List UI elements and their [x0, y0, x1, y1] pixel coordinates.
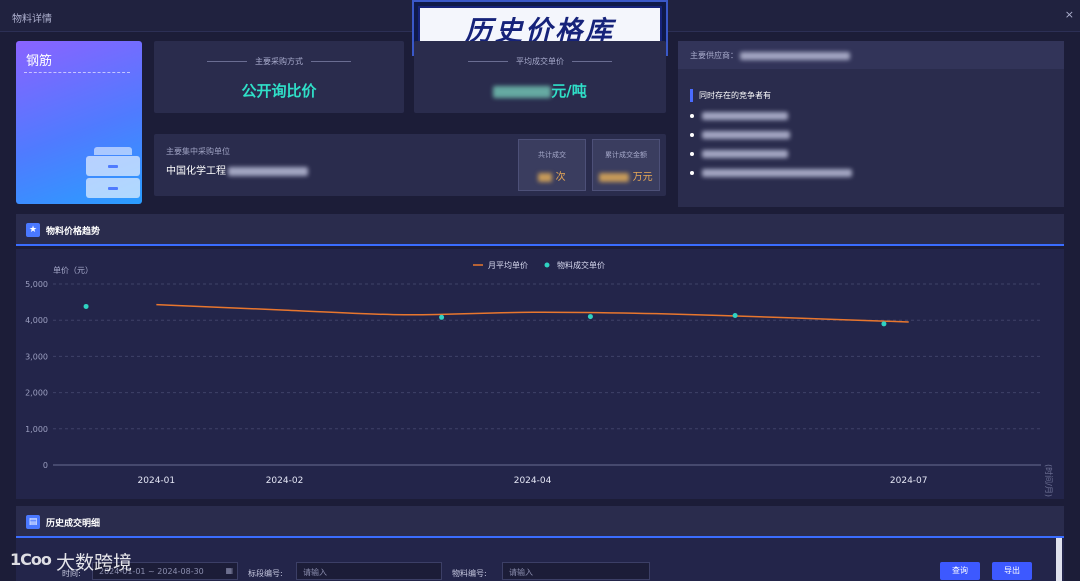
main-supplier-row: 主要供应商：: [678, 41, 1064, 69]
watermark-logo: 1Coo: [10, 550, 52, 569]
org-panel: 主要集中采购单位 中国化学工程 共计成交 次 累计成交金额 万元: [154, 134, 666, 196]
y-axis-label: 单价（元）: [53, 265, 93, 275]
avg-price-label: 平均成交单价: [516, 57, 564, 66]
y-tick-label: 2,000: [25, 389, 48, 398]
avg-price-value: 元/吨: [414, 80, 666, 101]
total-amount-value: 万元: [593, 168, 659, 183]
history-title: 历史成交明细: [46, 519, 101, 529]
avg-price-line: [156, 303, 909, 323]
avg-price-label-row: 平均成交单价: [414, 56, 666, 67]
purchase-method-value: 公开询比价: [241, 82, 317, 100]
legend-label: 物料成交单价: [557, 260, 605, 270]
competitors-title: 同时存在的竞争者有: [690, 89, 771, 102]
purchase-method-label: 主要采购方式: [255, 57, 303, 66]
total-amount-box: 累计成交金额 万元: [592, 139, 660, 191]
avg-price-redacted: [493, 85, 552, 98]
total-amount-unit: 万元: [632, 172, 653, 183]
price-point[interactable]: [439, 314, 445, 320]
watermark-text: 大数跨境: [56, 552, 133, 574]
purchase-method-label-row: 主要采购方式: [154, 56, 404, 67]
x-tick-label: 2024-07: [890, 476, 928, 486]
legend-point-swatch: [544, 262, 550, 268]
scrollbar[interactable]: [1056, 538, 1062, 581]
y-tick-label: 3,000: [25, 352, 48, 361]
trend-section-header: ★ 物料价格趋势: [16, 214, 1064, 246]
price-point[interactable]: [83, 303, 89, 309]
price-point[interactable]: [732, 312, 738, 318]
x-tick-label: 2024-04: [514, 476, 552, 486]
legend-label: 月平均单价: [488, 260, 528, 270]
bid-no-input[interactable]: 请输入: [296, 562, 442, 580]
competitor-item: [690, 168, 852, 177]
total-amount-label: 累计成交金额: [605, 151, 647, 159]
x-tick-label: 2024-02: [266, 476, 304, 486]
avg-price-unit: 元/吨: [551, 82, 587, 100]
price-trend-chart: 0 1,000 2,000 3,000 4,000 5,000 2024-01 2024-0…: [16, 249, 1064, 499]
history-filter-bar: 时间: 2024-01-01 ~ 2024-08-30 ▦ 标段编号: 请输入 …: [16, 538, 1064, 581]
y-tick-label: 5,000: [25, 280, 48, 289]
org-name: 中国化学工程: [166, 162, 308, 177]
price-point[interactable]: [587, 314, 593, 320]
x-tick-label: 2024-01: [138, 476, 176, 486]
total-deals-redacted: [538, 172, 553, 182]
query-button[interactable]: 查询: [940, 562, 980, 580]
window-title: 物料详情: [12, 14, 52, 25]
bid-no-label: 标段编号:: [248, 569, 283, 578]
total-amount-redacted: [599, 172, 630, 182]
drawer-cabinet-icon: [86, 147, 140, 199]
material-no-label: 物料编号:: [452, 569, 487, 578]
material-name: 钢筋: [26, 54, 53, 69]
org-name-redacted: [228, 166, 308, 176]
close-icon[interactable]: ×: [1065, 8, 1074, 21]
document-icon: ▤: [26, 515, 40, 529]
total-deals-value: 次: [519, 168, 585, 183]
material-no-input[interactable]: 请输入: [502, 562, 650, 580]
main-supplier-redacted: [740, 51, 850, 60]
y-tick-label: 4,000: [25, 316, 48, 325]
competitor-item: [690, 149, 788, 158]
history-section-header: ▤ 历史成交明细: [16, 506, 1064, 538]
chart-legend: 月平均单价 物料成交单价: [473, 260, 605, 270]
purchase-method-panel: 主要采购方式 公开询比价: [154, 41, 404, 113]
material-no-placeholder: 请输入: [509, 568, 533, 577]
material-card: 钢筋: [16, 41, 142, 204]
star-icon: ★: [26, 223, 40, 237]
export-button[interactable]: 导出: [992, 562, 1032, 580]
avg-price-panel: 平均成交单价 元/吨: [414, 41, 666, 113]
main-supplier-label: 主要供应商：: [690, 50, 850, 61]
calendar-icon: ▦: [225, 566, 233, 575]
y-tick-label: 1,000: [25, 425, 48, 434]
suppliers-panel: 主要供应商： 同时存在的竞争者有: [678, 41, 1064, 207]
bid-no-placeholder: 请输入: [303, 568, 327, 577]
total-deals-unit: 次: [555, 172, 566, 183]
competitor-item: [690, 130, 790, 139]
org-label: 主要集中采购单位: [166, 147, 230, 156]
competitor-item: [690, 111, 788, 120]
trend-title: 物料价格趋势: [46, 227, 101, 237]
x-axis-label: (时间/月): [1044, 464, 1054, 497]
org-name-prefix: 中国化学工程: [166, 166, 226, 177]
total-deals-box: 共计成交 次: [518, 139, 586, 191]
price-point[interactable]: [881, 321, 887, 327]
price-trend-svg: 0 1,000 2,000 3,000 4,000 5,000 2024-01 2024-0…: [25, 260, 1054, 497]
total-deals-label: 共计成交: [538, 151, 566, 159]
y-tick-label: 0: [43, 461, 48, 470]
material-divider: [24, 72, 130, 73]
